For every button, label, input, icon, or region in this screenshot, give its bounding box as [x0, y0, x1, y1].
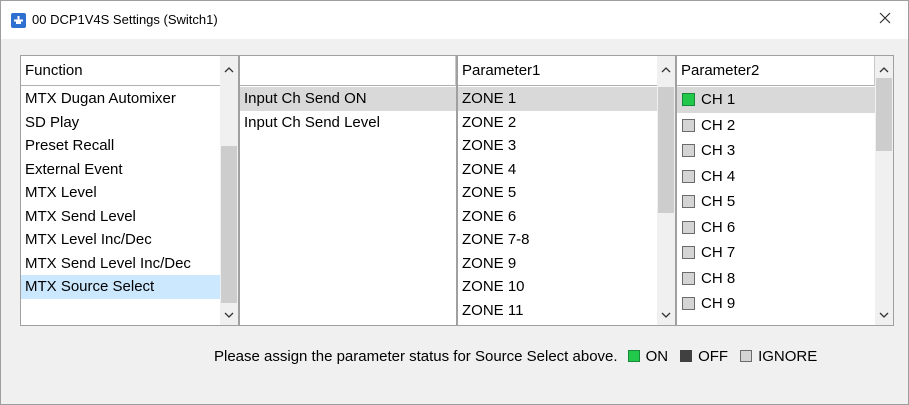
parameter2-list[interactable]: Parameter2 CH 1 CH 2 CH 3 CH 4 CH 5 CH 6…	[676, 55, 894, 326]
legend-ignore-label: IGNORE	[758, 347, 818, 365]
parameter1-rows: ZONE 1 ZONE 2 ZONE 3 ZONE 4 ZONE 5 ZONE …	[458, 87, 658, 322]
parameter1-item[interactable]: ZONE 6	[458, 205, 658, 229]
close-button[interactable]	[862, 1, 908, 39]
legend-off-label: OFF	[698, 347, 729, 365]
parameter1-item[interactable]: ZONE 9	[458, 252, 658, 276]
function-list[interactable]: Function MTX Dugan Automixer SD Play Pre…	[20, 55, 239, 326]
parameter2-scrollbar[interactable]	[875, 56, 893, 325]
scroll-down-button[interactable]	[220, 305, 238, 323]
parameter2-item[interactable]: CH 6	[677, 215, 875, 241]
parameter1-item[interactable]: ZONE 4	[458, 158, 658, 182]
scroll-up-button[interactable]	[875, 60, 893, 78]
scrollbar-thumb[interactable]	[658, 87, 674, 213]
parameter2-item-selected[interactable]: CH 1	[677, 87, 875, 113]
function-item[interactable]: MTX Level	[21, 181, 221, 205]
parameter1-list[interactable]: Parameter1 ZONE 1 ZONE 2 ZONE 3 ZONE 4 Z…	[457, 55, 676, 326]
scroll-up-button[interactable]	[220, 60, 238, 78]
sub-function-rows: Input Ch Send ON Input Ch Send Level	[240, 87, 456, 134]
status-ignore-checkbox[interactable]	[682, 144, 695, 158]
parameter2-label: CH 1	[701, 91, 736, 108]
function-item[interactable]: MTX Send Level	[21, 205, 221, 229]
chevron-down-icon	[661, 305, 671, 323]
status-ignore-checkbox[interactable]	[682, 246, 695, 260]
parameter2-item[interactable]: CH 9	[677, 291, 875, 317]
chevron-down-icon	[879, 305, 889, 323]
parameter1-item[interactable]: ZONE 10	[458, 275, 658, 299]
status-legend: Please assign the parameter status for S…	[214, 346, 817, 366]
parameter1-item[interactable]: ZONE 5	[458, 181, 658, 205]
status-ignore-checkbox[interactable]	[682, 271, 695, 285]
scrollbar-thumb[interactable]	[876, 78, 892, 151]
close-icon	[879, 11, 891, 29]
status-ignore-checkbox[interactable]	[682, 220, 695, 234]
parameter1-item[interactable]: ZONE 2	[458, 111, 658, 135]
function-item[interactable]: MTX Send Level Inc/Dec	[21, 252, 221, 276]
window-title: 00 DCP1V4S Settings (Switch1)	[32, 12, 218, 27]
parameter2-label: CH 7	[701, 244, 736, 261]
scroll-up-button[interactable]	[657, 60, 675, 78]
parameter2-label: CH 2	[701, 116, 736, 134]
function-item[interactable]: MTX Dugan Automixer	[21, 87, 221, 111]
parameter2-column-header[interactable]: Parameter2	[677, 56, 875, 86]
status-ignore-checkbox[interactable]	[682, 195, 695, 209]
status-ignore-checkbox[interactable]	[682, 169, 695, 183]
function-item[interactable]: MTX Level Inc/Dec	[21, 228, 221, 252]
sub-function-list[interactable]: Input Ch Send ON Input Ch Send Level	[239, 55, 457, 326]
instruction-text: Please assign the parameter status for S…	[214, 347, 618, 365]
status-ignore-checkbox[interactable]	[682, 118, 695, 132]
legend-on-label: ON	[645, 347, 669, 365]
legend-on-swatch	[627, 350, 640, 362]
parameter2-item[interactable]: CH 3	[677, 138, 875, 164]
chevron-up-icon	[224, 60, 234, 78]
function-rows: MTX Dugan Automixer SD Play Preset Recal…	[21, 87, 221, 299]
legend-ignore-swatch	[740, 350, 753, 362]
sub-function-column-header[interactable]	[240, 56, 456, 86]
legend-off-swatch	[680, 350, 693, 362]
chevron-down-icon	[224, 305, 234, 323]
parameter2-item[interactable]: CH 7	[677, 240, 875, 266]
sub-function-item-selected[interactable]: Input Ch Send ON	[240, 87, 456, 111]
function-item[interactable]: External Event	[21, 158, 221, 182]
status-on-checkbox[interactable]	[682, 93, 695, 107]
parameter2-label: CH 9	[701, 295, 736, 312]
settings-dialog: 00 DCP1V4S Settings (Switch1) Function M…	[0, 0, 909, 405]
function-scrollbar[interactable]	[220, 56, 238, 325]
parameter2-item[interactable]: CH 5	[677, 189, 875, 215]
status-ignore-checkbox[interactable]	[682, 297, 695, 311]
parameter2-rows: CH 1 CH 2 CH 3 CH 4 CH 5 CH 6 CH 7 CH 8 …	[677, 87, 875, 317]
scroll-down-button[interactable]	[875, 305, 893, 323]
parameter1-column-header[interactable]: Parameter1	[458, 56, 658, 86]
parameter2-label: CH 8	[701, 269, 736, 287]
parameter1-item[interactable]: ZONE 3	[458, 134, 658, 158]
chevron-up-icon	[661, 60, 671, 78]
parameter2-label: CH 4	[701, 167, 736, 185]
parameter1-item[interactable]: ZONE 11	[458, 299, 658, 323]
parameter2-label: CH 6	[701, 218, 736, 236]
function-item[interactable]: SD Play	[21, 111, 221, 135]
parameter1-item[interactable]: ZONE 7-8	[458, 228, 658, 252]
function-column-header[interactable]: Function	[21, 56, 221, 86]
parameter2-label: CH 5	[701, 193, 736, 210]
scrollbar-thumb[interactable]	[221, 146, 237, 303]
scroll-down-button[interactable]	[657, 305, 675, 323]
chevron-up-icon	[879, 60, 889, 78]
parameter1-scrollbar[interactable]	[657, 56, 675, 325]
function-item-selected[interactable]: MTX Source Select	[21, 275, 221, 299]
function-item[interactable]: Preset Recall	[21, 134, 221, 158]
parameter2-item[interactable]: CH 8	[677, 266, 875, 292]
sub-function-item[interactable]: Input Ch Send Level	[240, 111, 456, 135]
parameter1-item-selected[interactable]: ZONE 1	[458, 87, 658, 111]
dcp-settings-icon	[11, 13, 26, 28]
parameter2-label: CH 3	[701, 142, 736, 159]
title-bar: 00 DCP1V4S Settings (Switch1)	[1, 1, 908, 39]
parameter2-item[interactable]: CH 4	[677, 164, 875, 190]
parameter2-item[interactable]: CH 2	[677, 113, 875, 139]
